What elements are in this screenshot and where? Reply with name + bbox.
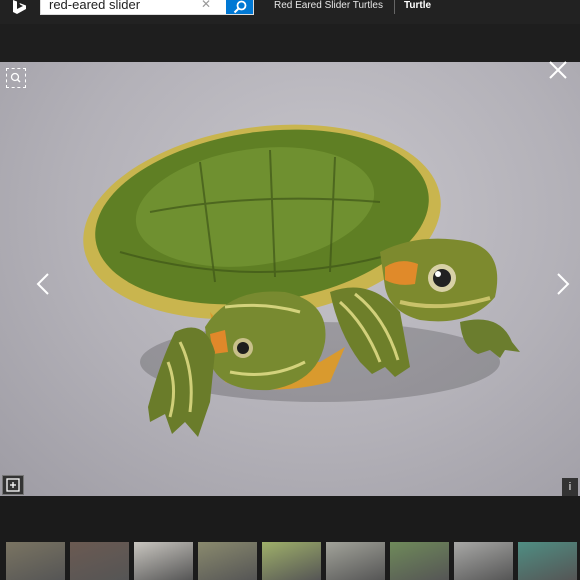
plus-square-icon xyxy=(6,478,20,492)
thumb-2[interactable] xyxy=(70,542,129,580)
next-image-icon[interactable] xyxy=(552,270,572,298)
search-input[interactable] xyxy=(49,0,199,12)
viewer-footer xyxy=(0,496,580,542)
close-icon[interactable] xyxy=(546,58,570,82)
image-viewer xyxy=(0,62,580,496)
thumb-1[interactable] xyxy=(6,542,65,580)
thumbnail-strip xyxy=(0,542,580,580)
search-box: ✕ xyxy=(40,0,254,15)
related-search-link[interactable]: Turtle xyxy=(404,0,431,11)
header-spacer xyxy=(0,24,580,62)
thumb-4[interactable] xyxy=(198,542,257,580)
thumb-7[interactable] xyxy=(390,542,449,580)
expand-button[interactable] xyxy=(2,475,24,495)
related-search-link[interactable]: Red Eared Slider Turtles xyxy=(274,0,383,11)
thumb-3[interactable] xyxy=(134,542,193,580)
turtle-image[interactable] xyxy=(0,62,580,496)
visual-search-icon xyxy=(10,72,21,83)
info-button[interactable]: i xyxy=(562,478,578,496)
search-icon xyxy=(233,0,246,13)
search-button[interactable] xyxy=(226,0,253,14)
thumb-9[interactable] xyxy=(518,542,577,580)
thumb-6[interactable] xyxy=(326,542,385,580)
visual-search-button[interactable] xyxy=(6,68,26,88)
top-bar: ✕ Red Eared Slider Turtles Turtle xyxy=(0,0,580,24)
divider xyxy=(394,0,395,14)
thumb-5[interactable] xyxy=(262,542,321,580)
previous-image-icon[interactable] xyxy=(34,270,54,298)
bing-logo-icon[interactable] xyxy=(10,0,30,14)
thumb-8[interactable] xyxy=(454,542,513,580)
clear-search-icon[interactable]: ✕ xyxy=(199,0,213,11)
